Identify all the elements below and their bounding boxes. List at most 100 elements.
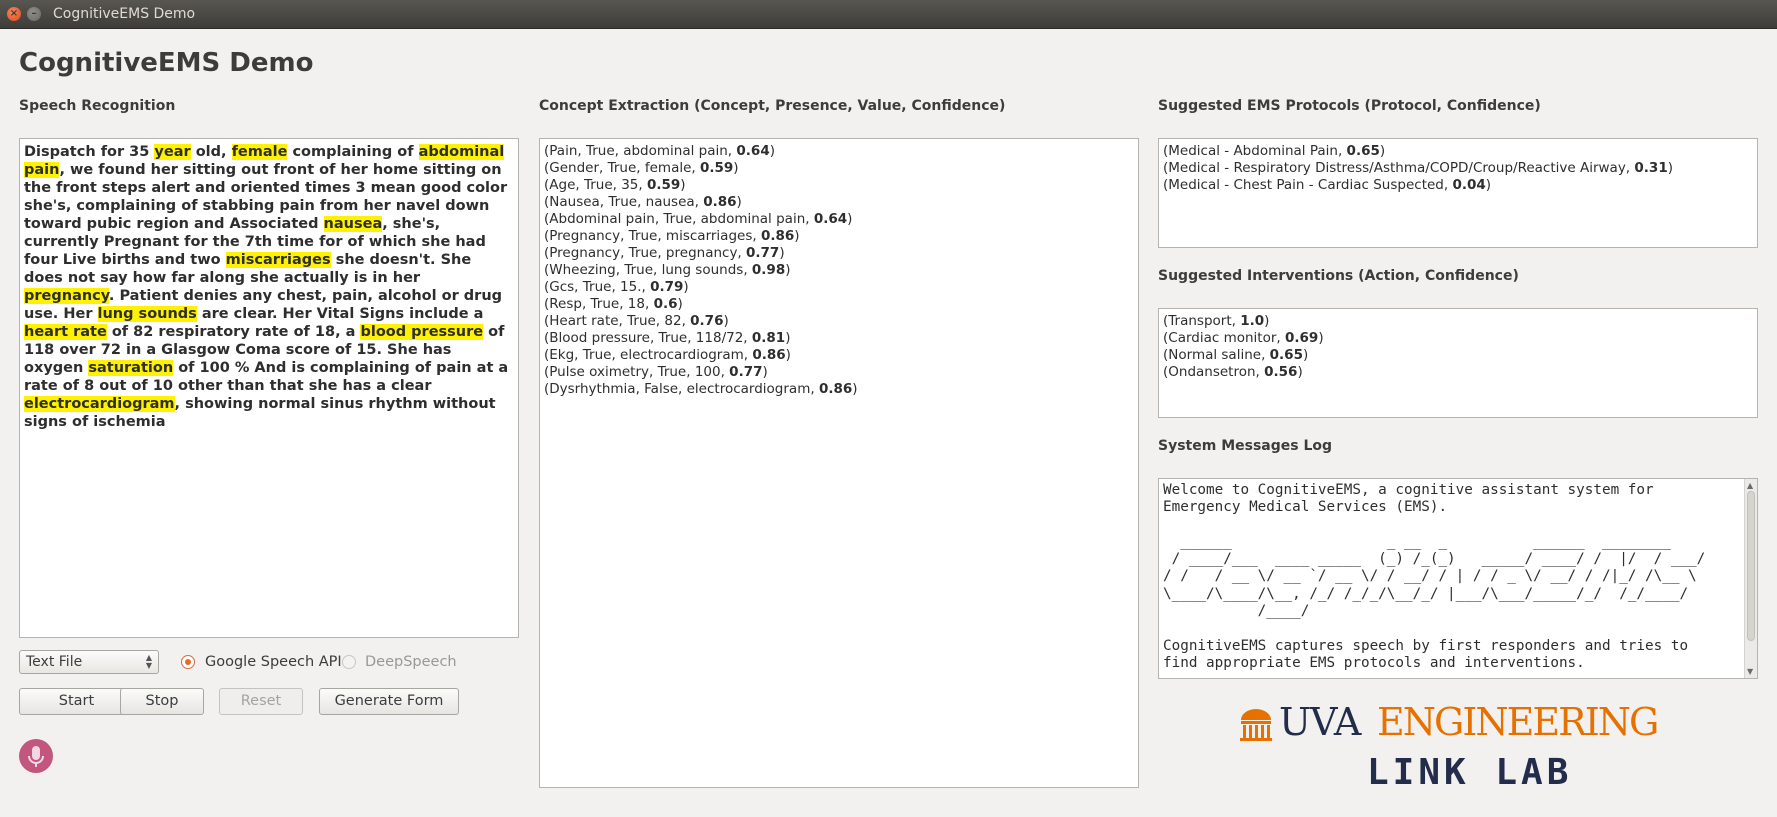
reset-button[interactable]: Reset (219, 688, 303, 715)
closing-paren: ) (680, 177, 686, 193)
concept-list: (Pain, True, abdominal pain, 0.64) (Gende… (540, 139, 1138, 402)
transcript-segment: of 82 respiratory rate of 18, a (106, 324, 361, 340)
generate-form-button[interactable]: Generate Form (319, 688, 459, 715)
system-log-box[interactable]: Welcome to CognitiveEMS, a cognitive ass… (1158, 478, 1758, 679)
transcript-segment: complaining of (287, 144, 419, 160)
intervention-row: (Cardiac monitor, 0.69) (1163, 330, 1753, 347)
rotunda-icon (1240, 709, 1272, 741)
concept-row-text: (Pregnancy, True, pregnancy, (544, 245, 747, 261)
concept-row-confidence: 0.64 (736, 143, 770, 159)
protocol-row-confidence: 0.04 (1452, 177, 1486, 193)
concept-row-text: (Abdominal pain, True, abdominal pain, (544, 211, 814, 227)
concept-row: (Abdominal pain, True, abdominal pain, 0… (544, 211, 1134, 228)
concept-row-confidence: 0.6 (653, 296, 678, 312)
intervention-row-text: (Normal saline, (1163, 347, 1270, 363)
concept-extraction-label: Concept Extraction (Concept, Presence, V… (539, 98, 1006, 114)
closing-paren: ) (762, 364, 768, 380)
protocol-row-text: (Medical - Respiratory Distress/Asthma/C… (1163, 160, 1635, 176)
intervention-row-text: (Cardiac monitor, (1163, 330, 1285, 346)
protocol-list: (Medical - Abdominal Pain, 0.65) (Medical… (1159, 139, 1757, 198)
transcript-segment: Dispatch for 35 (24, 144, 155, 160)
concept-row-text: (Dysrhythmia, False, electrocardiogram, (544, 381, 819, 397)
concept-row-confidence: 0.86 (760, 228, 795, 244)
concept-row-text: (Nausea, True, nausea, (544, 194, 704, 210)
close-window-button[interactable]: × (7, 7, 21, 21)
minimize-window-button[interactable]: – (27, 7, 41, 21)
protocols-box[interactable]: (Medical - Abdominal Pain, 0.65) (Medical… (1158, 138, 1758, 248)
concept-row-text: (Gender, True, female, (544, 160, 700, 176)
concept-row: (Blood pressure, True, 118/72, 0.81) (544, 330, 1134, 347)
protocol-row: (Medical - Respiratory Distress/Asthma/C… (1163, 160, 1753, 177)
system-log-label: System Messages Log (1158, 438, 1333, 454)
intervention-row: (Ondansetron, 0.56) (1163, 364, 1753, 381)
concept-row: (Resp, True, 18, 0.6) (544, 296, 1134, 313)
concept-extraction-box[interactable]: (Pain, True, abdominal pain, 0.64) (Gende… (539, 138, 1139, 788)
concept-row: (Gcs, True, 15., 0.79) (544, 279, 1134, 296)
concept-row-confidence: 0.59 (646, 177, 681, 193)
google-speech-radio[interactable] (181, 655, 195, 669)
closing-paren: ) (779, 245, 785, 261)
deepspeech-radio[interactable] (342, 655, 356, 669)
concept-row-confidence: 0.79 (650, 279, 684, 295)
highlighted-keyword: blood pressure (360, 324, 484, 340)
deepspeech-label[interactable]: DeepSpeech (365, 654, 457, 670)
closing-paren: ) (769, 143, 775, 159)
interventions-box[interactable]: (Transport, 1.0) (Cardiac monitor, 0.69)(… (1158, 308, 1758, 418)
concept-row: (Ekg, True, electrocardiogram, 0.86) (544, 347, 1134, 364)
concept-row: (Pain, True, abdominal pain, 0.64) (544, 143, 1134, 160)
window-title: CognitiveEMS Demo (53, 6, 196, 22)
concept-row-confidence: 0.86 (752, 347, 786, 363)
start-button[interactable]: Start (19, 688, 134, 715)
stop-button[interactable]: Stop (120, 688, 204, 715)
highlighted-keyword: lung sounds (97, 306, 197, 322)
app-title: CognitiveEMS Demo (19, 48, 314, 78)
concept-row-confidence: 0.81 (751, 330, 786, 346)
protocol-row: (Medical - Chest Pain - Cardiac Suspecte… (1163, 177, 1753, 194)
closing-paren: ) (785, 347, 791, 363)
concept-row: (Wheezing, True, lung sounds, 0.98) (544, 262, 1134, 279)
closing-paren: ) (683, 279, 689, 295)
intervention-row: (Normal saline, 0.65) (1163, 347, 1753, 364)
scroll-down-arrow-icon[interactable]: ▼ (1747, 667, 1753, 676)
intervention-row-confidence: 1.0 (1240, 313, 1265, 329)
source-select[interactable]: Text File ▲ ▼ (19, 650, 159, 674)
highlighted-keyword: pregnancy (24, 288, 109, 304)
speech-transcript-box[interactable]: Dispatch for 35 year old, female complai… (19, 138, 519, 638)
closing-paren: ) (1379, 143, 1386, 159)
transcript-segment: old, (190, 144, 232, 160)
protocol-row-text: (Medical - Abdominal Pain, (1163, 143, 1347, 159)
highlighted-keyword: nausea (323, 216, 383, 232)
google-speech-label[interactable]: Google Speech API (205, 654, 342, 670)
intervention-row-confidence: 0.65 (1269, 347, 1303, 363)
closing-paren: ) (1302, 347, 1309, 363)
concept-row: (Nausea, True, nausea, 0.86) (544, 194, 1134, 211)
intervention-list: (Transport, 1.0) (Cardiac monitor, 0.69)(… (1159, 309, 1757, 385)
scroll-up-arrow-icon[interactable]: ▲ (1747, 481, 1753, 490)
microphone-button[interactable] (19, 739, 53, 773)
system-log-text: Welcome to CognitiveEMS, a cognitive ass… (1163, 482, 1706, 671)
protocols-label: Suggested EMS Protocols (Protocol, Confi… (1158, 98, 1541, 114)
closing-paren: ) (785, 330, 791, 346)
log-scrollbar[interactable]: ▲ ▼ (1744, 479, 1757, 678)
protocol-row-confidence: 0.65 (1346, 143, 1380, 159)
concept-row-confidence: 0.76 (690, 313, 724, 329)
concept-row-confidence: 0.86 (818, 381, 853, 397)
concept-row: (Pregnancy, True, miscarriages, 0.86) (544, 228, 1134, 245)
source-select-value: Text File (26, 654, 83, 670)
speech-recognition-label: Speech Recognition (19, 98, 176, 114)
concept-row-text: (Pulse oximetry, True, 100, (544, 364, 730, 380)
logo-link-lab-text: LINK LAB (1367, 752, 1573, 793)
closing-paren: ) (852, 381, 858, 397)
concept-row-text: (Gcs, True, 15., (544, 279, 651, 295)
concept-row-confidence: 0.86 (703, 194, 737, 210)
concept-row: (Gender, True, female, 0.59) (544, 160, 1134, 177)
logo-engineering-text: ENGINEERING (1377, 700, 1659, 744)
closing-paren: ) (1667, 160, 1673, 176)
closing-paren: ) (1318, 330, 1324, 346)
log-scroll-thumb[interactable] (1747, 491, 1755, 641)
concept-row-text: (Heart rate, True, 82, (544, 313, 691, 329)
concept-row-confidence: 0.77 (729, 364, 763, 380)
protocol-row: (Medical - Abdominal Pain, 0.65) (1163, 143, 1753, 160)
window-titlebar: × – CognitiveEMS Demo (0, 0, 1777, 29)
protocol-row-text: (Medical - Chest Pain - Cardiac Suspecte… (1163, 177, 1453, 193)
